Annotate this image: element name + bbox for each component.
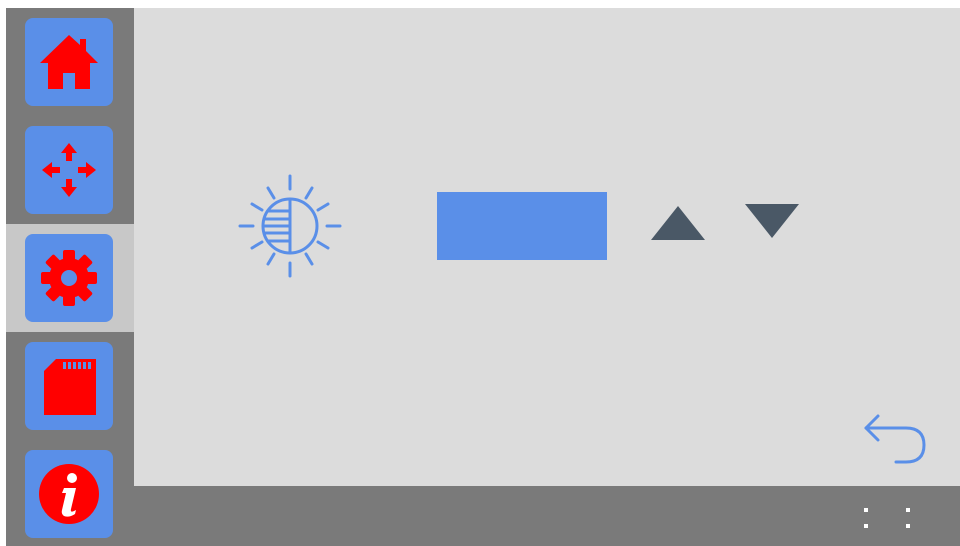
menu-dots-icon[interactable] xyxy=(852,504,912,534)
back-arrow-icon xyxy=(864,414,926,464)
sidebar xyxy=(6,8,134,546)
triangle-up-icon xyxy=(651,206,705,240)
info-button[interactable] xyxy=(25,450,113,538)
triangle-down-icon xyxy=(745,204,799,238)
decrease-button[interactable] xyxy=(742,198,802,248)
brightness-icon xyxy=(238,174,342,278)
brightness-value-display xyxy=(437,192,607,260)
move-arrows-icon xyxy=(42,143,96,197)
sidebar-slot-settings xyxy=(6,224,134,332)
home-icon xyxy=(40,35,98,89)
sd-card-button[interactable] xyxy=(25,342,113,430)
bottom-bar xyxy=(134,486,960,546)
move-button[interactable] xyxy=(25,126,113,214)
touch-screen xyxy=(6,8,960,546)
settings-panel xyxy=(134,8,960,486)
info-icon xyxy=(39,464,99,524)
sidebar-slot-sd-card xyxy=(6,332,134,440)
settings-button[interactable] xyxy=(25,234,113,322)
home-button[interactable] xyxy=(25,18,113,106)
gear-icon xyxy=(41,250,97,306)
sidebar-slot-home xyxy=(6,8,134,116)
sidebar-slot-info xyxy=(6,440,134,546)
sd-card-icon xyxy=(44,359,96,415)
sidebar-slot-move xyxy=(6,116,134,224)
increase-button[interactable] xyxy=(648,198,708,248)
back-button[interactable] xyxy=(852,406,932,470)
